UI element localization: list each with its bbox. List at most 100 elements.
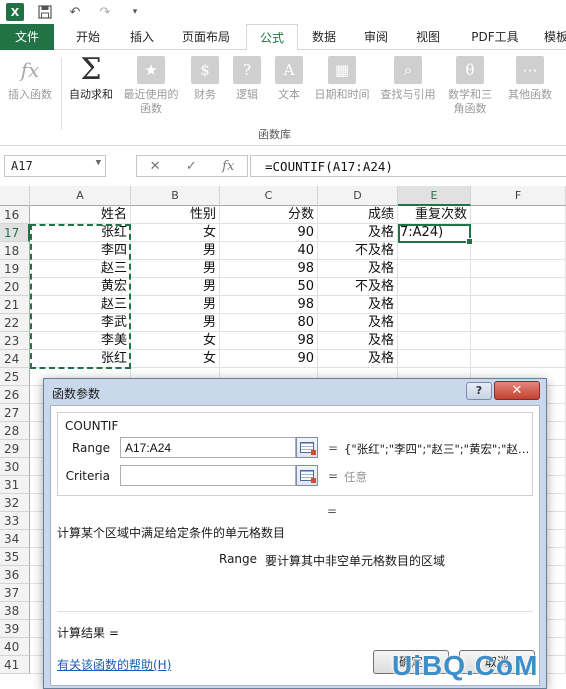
data-cell[interactable]: 张红 — [30, 224, 131, 242]
tab-file[interactable]: 文件 — [0, 24, 54, 50]
data-cell[interactable]: 李四 — [30, 242, 131, 260]
row-header[interactable]: 26 — [0, 386, 30, 404]
math-trig-button[interactable]: θ 数学和三角函数 — [440, 56, 500, 116]
data-cell[interactable]: 赵三 — [30, 260, 131, 278]
cell[interactable] — [398, 242, 471, 260]
row-header[interactable]: 17 — [0, 224, 30, 242]
cancel-button[interactable]: 取消 — [459, 650, 535, 674]
cell[interactable] — [471, 224, 566, 242]
row-header[interactable]: 34 — [0, 530, 30, 548]
cell[interactable] — [398, 332, 471, 350]
function-help-link[interactable]: 有关该函数的帮助(H) — [57, 656, 171, 673]
data-cell[interactable]: 及格 — [318, 314, 398, 332]
data-cell[interactable]: 男 — [131, 242, 220, 260]
cell[interactable] — [471, 314, 566, 332]
dialog-help-button[interactable]: ? — [466, 382, 492, 400]
undo-icon[interactable]: ↶ — [66, 3, 84, 21]
header-cell[interactable]: 成绩 — [318, 206, 398, 224]
data-cell[interactable]: 90 — [220, 350, 318, 368]
data-cell[interactable]: 李武 — [30, 314, 131, 332]
range-collapse-button[interactable] — [296, 437, 318, 458]
row-header[interactable]: 32 — [0, 494, 30, 512]
criteria-collapse-button[interactable] — [296, 465, 318, 486]
data-cell[interactable]: 不及格 — [318, 278, 398, 296]
row-header[interactable]: 28 — [0, 422, 30, 440]
cancel-icon[interactable]: ✕ — [150, 159, 161, 174]
data-cell[interactable]: 不及格 — [318, 242, 398, 260]
cell[interactable] — [398, 278, 471, 296]
data-cell[interactable]: 李美 — [30, 332, 131, 350]
row-header[interactable]: 23 — [0, 332, 30, 350]
lookup-reference-button[interactable]: ⌕ 查找与引用 — [376, 56, 440, 102]
column-header-f[interactable]: F — [471, 186, 566, 206]
column-header-a[interactable]: A — [30, 186, 131, 206]
data-cell[interactable]: 女 — [131, 350, 220, 368]
autosum-button[interactable]: Σ 自动求和 — [64, 55, 118, 102]
dialog-close-button[interactable]: ✕ — [494, 381, 540, 400]
tab-insert[interactable]: 插入 — [116, 24, 168, 50]
data-cell[interactable]: 男 — [131, 260, 220, 278]
criteria-input[interactable] — [120, 465, 296, 486]
row-header[interactable]: 18 — [0, 242, 30, 260]
column-header-d[interactable]: D — [318, 186, 398, 206]
cell[interactable] — [398, 314, 471, 332]
redo-icon[interactable]: ↷ — [96, 3, 114, 21]
tab-data[interactable]: 数据 — [300, 24, 348, 50]
data-cell[interactable]: 及格 — [318, 296, 398, 314]
data-cell[interactable]: 及格 — [318, 332, 398, 350]
data-cell[interactable]: 张红 — [30, 350, 131, 368]
row-header[interactable]: 35 — [0, 548, 30, 566]
data-cell[interactable]: 男 — [131, 278, 220, 296]
fx-icon[interactable]: fx — [222, 159, 234, 174]
row-header[interactable]: 20 — [0, 278, 30, 296]
text-button[interactable]: A 文本 — [270, 56, 308, 102]
tab-home[interactable]: 开始 — [62, 24, 114, 50]
cell[interactable] — [398, 296, 471, 314]
row-header[interactable]: 27 — [0, 404, 30, 422]
data-cell[interactable]: 80 — [220, 314, 318, 332]
row-header[interactable]: 19 — [0, 260, 30, 278]
row-header[interactable]: 30 — [0, 458, 30, 476]
tab-templates[interactable]: 模板 — [536, 24, 566, 50]
more-functions-button[interactable]: ⋯ 其他函数 — [502, 56, 558, 102]
row-header[interactable]: 41 — [0, 656, 30, 674]
row-header[interactable]: 29 — [0, 440, 30, 458]
cell[interactable] — [398, 350, 471, 368]
header-cell[interactable]: 姓名 — [30, 206, 131, 224]
row-header[interactable]: 36 — [0, 566, 30, 584]
save-icon[interactable] — [36, 3, 54, 21]
data-cell[interactable]: 男 — [131, 296, 220, 314]
formula-input[interactable]: =COUNTIF(A17:A24) — [250, 155, 566, 177]
row-header[interactable]: 24 — [0, 350, 30, 368]
tab-formulas[interactable]: 公式 — [246, 24, 298, 51]
row-header[interactable]: 33 — [0, 512, 30, 530]
customize-quick-access-icon[interactable]: ▾ — [126, 3, 144, 21]
cell[interactable] — [471, 242, 566, 260]
data-cell[interactable]: 40 — [220, 242, 318, 260]
row-header[interactable]: 22 — [0, 314, 30, 332]
range-input[interactable]: A17:A24 — [120, 437, 296, 458]
confirm-check-icon[interactable]: ✓ — [186, 159, 197, 174]
data-cell[interactable]: 98 — [220, 296, 318, 314]
financial-button[interactable]: $ 财务 — [186, 56, 224, 102]
select-all-corner[interactable] — [0, 186, 30, 206]
data-cell[interactable]: 黄宏 — [30, 278, 131, 296]
data-cell[interactable]: 及格 — [318, 260, 398, 278]
data-cell[interactable]: 女 — [131, 332, 220, 350]
row-header[interactable]: 37 — [0, 584, 30, 602]
logical-button[interactable]: ? 逻辑 — [228, 56, 266, 102]
data-cell[interactable]: 50 — [220, 278, 318, 296]
tab-page-layout[interactable]: 页面布局 — [172, 24, 240, 50]
header-cell[interactable]: 重复次数 — [398, 206, 471, 224]
cell[interactable] — [471, 296, 566, 314]
row-header[interactable]: 40 — [0, 638, 30, 656]
row-header[interactable]: 39 — [0, 620, 30, 638]
recently-used-button[interactable]: ★ 最近使用的函数 — [120, 56, 182, 116]
row-header[interactable]: 25 — [0, 368, 30, 386]
tab-pdf-tools[interactable]: PDF工具 — [460, 24, 530, 50]
cell[interactable] — [471, 332, 566, 350]
data-cell[interactable]: 赵三 — [30, 296, 131, 314]
active-cell-edit[interactable]: 7:A24) — [398, 224, 471, 242]
cell[interactable] — [398, 260, 471, 278]
name-box[interactable]: A17 ▼ — [4, 155, 106, 177]
